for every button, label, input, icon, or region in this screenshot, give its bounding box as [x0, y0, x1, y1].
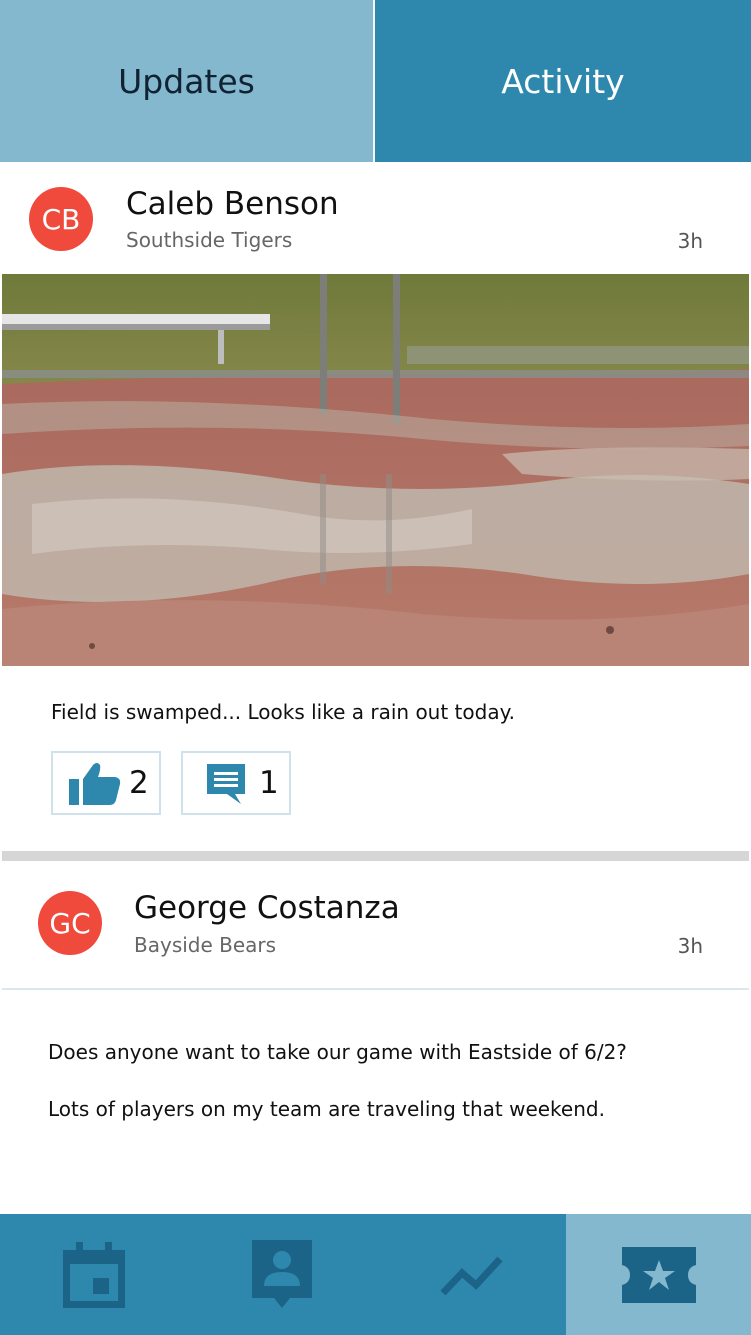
tab-activity[interactable]: Activity	[375, 0, 751, 162]
app-screen: Updates Activity CB Caleb Benson Southsi…	[0, 0, 751, 1335]
comment-icon	[205, 762, 247, 804]
calendar-icon	[62, 1241, 125, 1308]
header-separator	[2, 988, 749, 990]
team-name[interactable]: Bayside Bears	[134, 933, 276, 957]
like-count: 2	[129, 765, 149, 801]
trend-icon	[439, 1253, 504, 1297]
thumbs-up-icon	[69, 761, 121, 805]
tab-activity-label: Activity	[501, 61, 625, 101]
bottom-nav	[0, 1214, 751, 1335]
author-name[interactable]: George Costanza	[134, 890, 400, 926]
avatar[interactable]: CB	[29, 187, 93, 251]
post-header: CB Caleb Benson Southside Tigers 3h	[0, 162, 751, 272]
post-header: GC George Costanza Bayside Bears 3h	[0, 866, 751, 976]
author-name[interactable]: Caleb Benson	[126, 186, 339, 222]
rain-field-photo	[2, 274, 749, 666]
nav-stats[interactable]	[377, 1214, 566, 1335]
nav-contacts[interactable]	[187, 1214, 377, 1335]
post-text: Field is swamped... Looks like a rain ou…	[51, 700, 515, 724]
avatar-initials: CB	[41, 202, 81, 236]
nav-tickets[interactable]	[566, 1214, 751, 1335]
post-text-line: Lots of players on my team are traveling…	[48, 1097, 605, 1121]
post-text-line: Does anyone want to take our game with E…	[48, 1040, 627, 1064]
contact-icon	[252, 1239, 312, 1310]
post-time: 3h	[677, 934, 703, 958]
tab-updates-label: Updates	[118, 61, 255, 101]
ticket-star-icon	[621, 1246, 696, 1303]
nav-calendar[interactable]	[0, 1214, 187, 1335]
post-photo[interactable]	[2, 274, 749, 666]
avatar[interactable]: GC	[38, 891, 102, 955]
post-divider	[2, 851, 749, 861]
like-button[interactable]: 2	[51, 751, 161, 815]
post-time: 3h	[677, 229, 703, 253]
comment-count: 1	[259, 765, 279, 801]
avatar-initials: GC	[49, 906, 91, 940]
top-tabs: Updates Activity	[0, 0, 751, 162]
team-name[interactable]: Southside Tigers	[126, 228, 292, 252]
tab-updates[interactable]: Updates	[0, 0, 375, 162]
comment-button[interactable]: 1	[181, 751, 291, 815]
